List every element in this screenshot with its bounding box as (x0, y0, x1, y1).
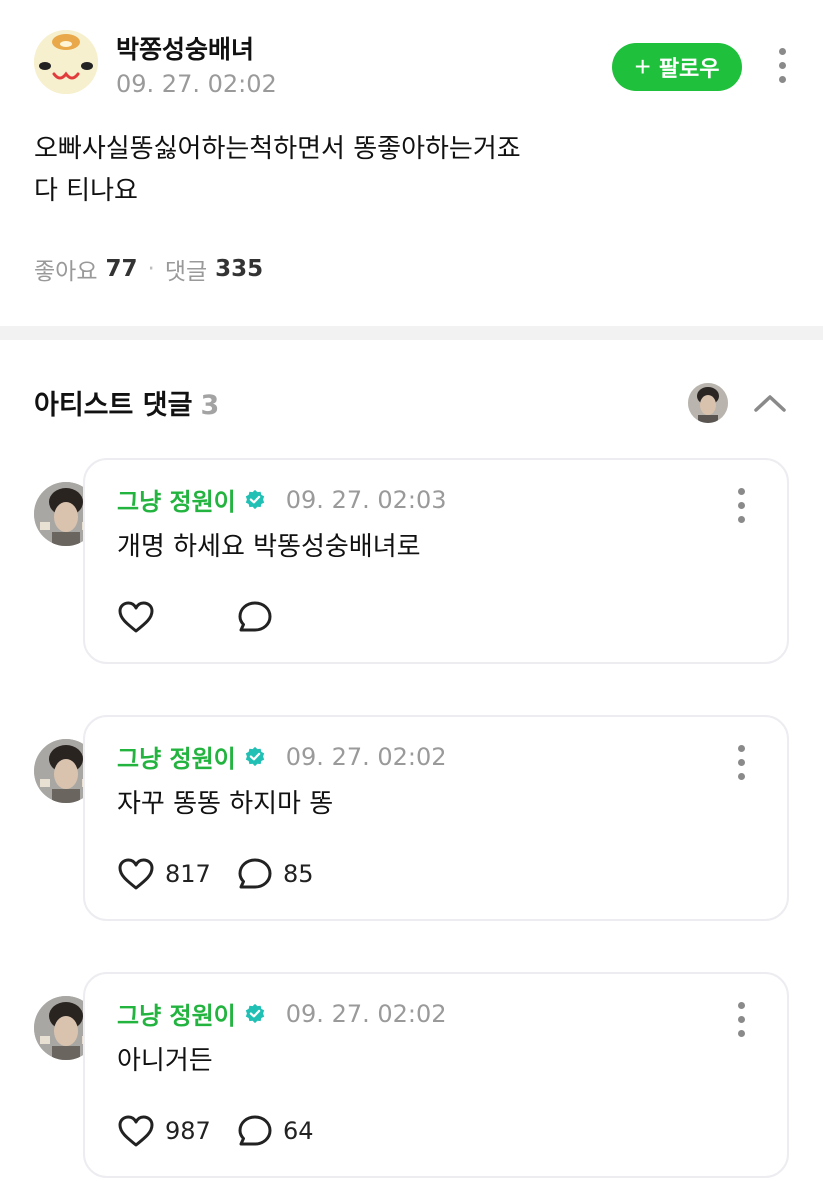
reply-count: 64 (283, 1117, 314, 1145)
reply-button[interactable]: 85 (237, 857, 314, 891)
comment-bubble-icon (238, 1115, 272, 1146)
verified-badge-icon (245, 489, 264, 509)
comment-bubble-icon (238, 858, 272, 889)
post-body-line: 오빠사실똥싫어하는척하면서 똥좋아하는거죠 (34, 134, 521, 164)
comment-bubble-icon (238, 601, 272, 632)
artist-comment-card: 그냥 정원이 09. 27. 02:03 개명 하세요 박똥성숭배녀로 (83, 458, 789, 664)
post-timestamp: 09. 27. 02:02 (116, 70, 277, 98)
post-stats: 좋아요 77 · 댓글 335 (34, 252, 263, 286)
comment-header: 그냥 정원이 09. 27. 02:03 (117, 482, 447, 517)
reply-button[interactable] (237, 600, 283, 634)
post-author-name[interactable]: 박쫑성숭배녀 (116, 30, 254, 66)
artist-comments-title: 아티스트 댓글 3 (34, 383, 794, 422)
artist-comment-card: 그냥 정원이 09. 27. 02:02 자꾸 똥똥 하지마 똥 817 85 (83, 715, 789, 921)
artist-avatar[interactable] (688, 383, 728, 423)
like-count: 817 (165, 860, 211, 888)
heart-icon (118, 858, 154, 890)
reply-count: 85 (283, 860, 314, 888)
section-divider (0, 326, 823, 340)
verified-badge-icon (245, 1003, 264, 1023)
plus-icon: + (634, 51, 651, 82)
comment-actions (117, 600, 283, 634)
comment-actions: 987 64 (117, 1114, 314, 1148)
comment-text: 아니거든 (117, 1046, 213, 1076)
author-avatar[interactable] (34, 30, 98, 94)
likes-label[interactable]: 좋아요 (34, 252, 97, 286)
comment-timestamp: 09. 27. 02:02 (285, 999, 447, 1028)
comment-header: 그냥 정원이 09. 27. 02:02 (117, 996, 447, 1031)
post-more-vertical-icon[interactable] (778, 48, 786, 83)
comments-label[interactable]: 댓글 (165, 252, 207, 286)
artist-comments-header: 아티스트 댓글 3 (34, 383, 794, 427)
comment-timestamp: 09. 27. 02:03 (285, 485, 447, 514)
like-count: 987 (165, 1117, 211, 1145)
comment-text: 자꾸 똥똥 하지마 똥 (117, 789, 334, 819)
artist-comments-count: 3 (200, 390, 220, 421)
comments-count[interactable]: 335 (215, 256, 263, 282)
artist-comments-title-text: 아티스트 댓글 (34, 390, 193, 421)
likes-count[interactable]: 77 (105, 256, 137, 282)
follow-label: 팔로우 (658, 56, 720, 81)
post-body-line: 다 티나요 (34, 176, 138, 206)
verified-badge-icon (245, 746, 264, 766)
comment-timestamp: 09. 27. 02:02 (285, 742, 447, 771)
like-button[interactable] (117, 600, 237, 634)
stats-separator: · (147, 256, 155, 282)
comment-author-name[interactable]: 그냥 정원이 (117, 996, 236, 1031)
like-button[interactable]: 817 (117, 857, 237, 891)
post-header: 박쫑성숭배녀 09. 27. 02:02 + 팔로우 (34, 28, 794, 98)
heart-icon (118, 601, 154, 633)
comment-header: 그냥 정원이 09. 27. 02:02 (117, 739, 447, 774)
comment-more-vertical-icon[interactable] (737, 488, 745, 523)
post-body: 오빠사실똥싫어하는척하면서 똥좋아하는거죠 다 티나요 (34, 128, 774, 212)
reply-button[interactable]: 64 (237, 1114, 314, 1148)
artist-comment-card: 그냥 정원이 09. 27. 02:02 아니거든 987 64 (83, 972, 789, 1178)
comment-author-name[interactable]: 그냥 정원이 (117, 739, 236, 774)
heart-icon (118, 1115, 154, 1147)
follow-button[interactable]: + 팔로우 (612, 43, 742, 91)
comment-more-vertical-icon[interactable] (737, 1002, 745, 1037)
comment-more-vertical-icon[interactable] (737, 745, 745, 780)
comment-text: 개명 하세요 박똥성숭배녀로 (117, 532, 421, 562)
like-button[interactable]: 987 (117, 1114, 237, 1148)
chevron-up-icon[interactable] (752, 389, 788, 417)
comment-author-name[interactable]: 그냥 정원이 (117, 482, 236, 517)
comment-actions: 817 85 (117, 857, 314, 891)
